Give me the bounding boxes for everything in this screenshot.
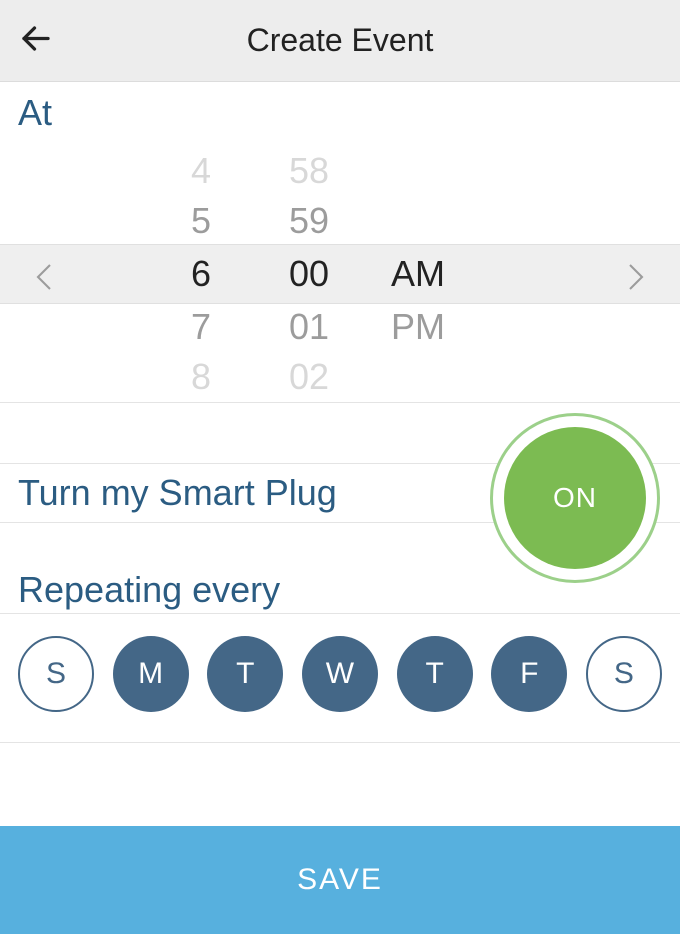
action-label: Turn my Smart Plug — [18, 472, 337, 514]
hour-option[interactable]: 8 — [147, 356, 255, 398]
at-label: At — [0, 82, 680, 136]
back-icon[interactable] — [18, 20, 54, 61]
toggle-state-button[interactable]: ON — [490, 413, 660, 583]
day-mon[interactable]: M — [113, 636, 189, 712]
hour-option[interactable]: 4 — [147, 150, 255, 192]
days-row: S M T W T F S — [0, 614, 680, 743]
minute-selected[interactable]: 00 — [255, 253, 363, 295]
day-thu[interactable]: T — [397, 636, 473, 712]
time-picker[interactable]: 4 58 5 59 6 00 AM 7 01 PM 8 02 — [0, 142, 680, 402]
picker-row-selected: 6 00 AM — [0, 246, 680, 302]
hour-selected[interactable]: 6 — [147, 253, 255, 295]
action-section: Turn my Smart Plug ON — [0, 403, 680, 523]
day-wed[interactable]: W — [302, 636, 378, 712]
page-title: Create Event — [0, 22, 680, 59]
toggle-state-label: ON — [504, 427, 646, 569]
day-fri[interactable]: F — [491, 636, 567, 712]
picker-row: 4 58 — [0, 146, 680, 196]
day-sat[interactable]: S — [586, 636, 662, 712]
day-tue[interactable]: T — [207, 636, 283, 712]
minute-option[interactable]: 59 — [255, 200, 363, 242]
ampm-selected[interactable]: AM — [363, 253, 473, 295]
ampm-option[interactable]: PM — [363, 306, 473, 348]
save-button[interactable]: SAVE — [0, 826, 680, 934]
hour-option[interactable]: 7 — [147, 306, 255, 348]
spacer — [0, 743, 680, 826]
minute-option[interactable]: 01 — [255, 306, 363, 348]
minute-option[interactable]: 58 — [255, 150, 363, 192]
picker-row: 7 01 PM — [0, 302, 680, 352]
picker-row: 5 59 — [0, 196, 680, 246]
day-sun[interactable]: S — [18, 636, 94, 712]
header-bar: Create Event — [0, 0, 680, 82]
minute-option[interactable]: 02 — [255, 356, 363, 398]
hour-option[interactable]: 5 — [147, 200, 255, 242]
picker-row: 8 02 — [0, 352, 680, 402]
